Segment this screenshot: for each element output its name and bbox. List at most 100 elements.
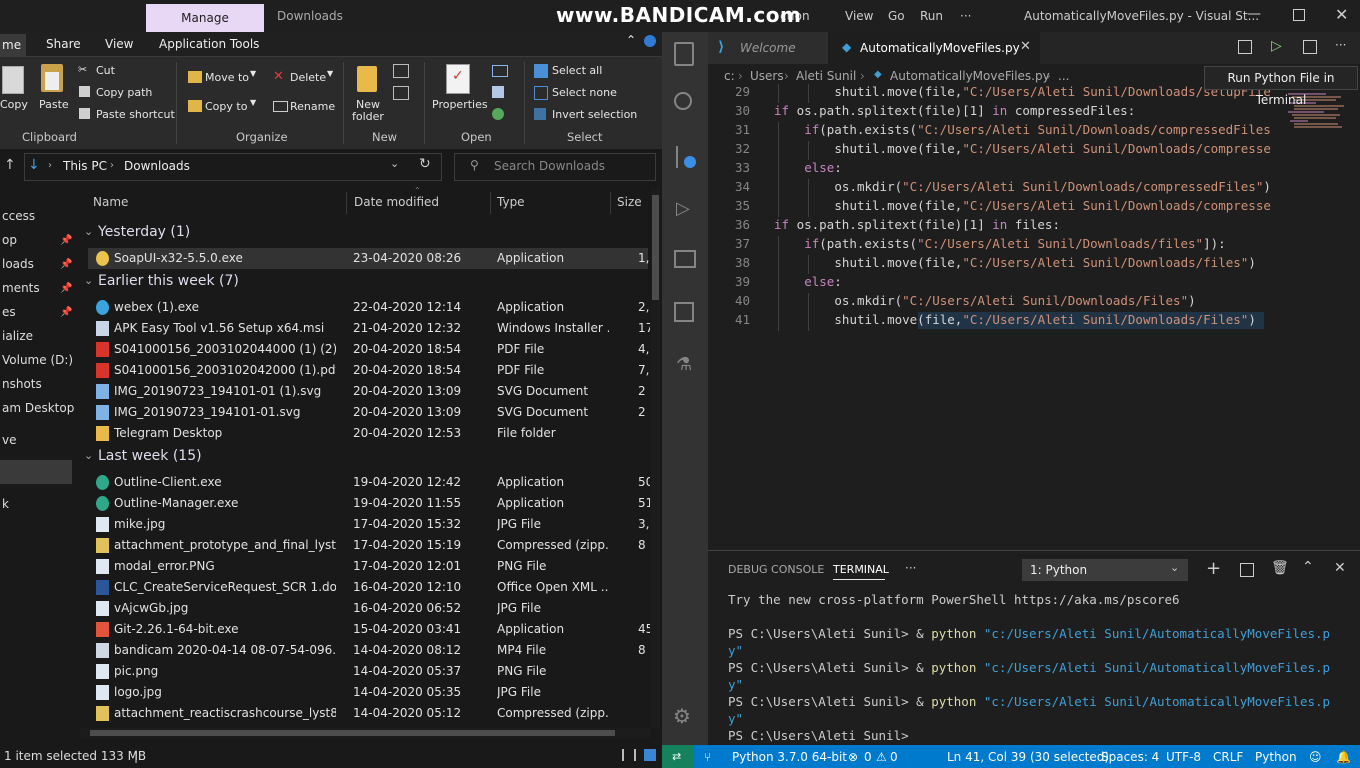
breadcrumb-this-pc[interactable]: This PC — [63, 159, 107, 173]
breadcrumb-aleti-sunil[interactable]: Aleti Sunil — [796, 69, 856, 83]
python-interpreter[interactable]: Python 3.7.0 64-bit — [732, 750, 847, 764]
details-view-icon[interactable] — [622, 749, 636, 761]
group-collapse-chevron-icon[interactable]: ⌄ — [84, 274, 93, 287]
group-collapse-chevron-icon[interactable]: ⌄ — [84, 449, 93, 462]
file-row[interactable]: IMG_20190723_194101-01 (1).svg 20-04-2020… — [88, 381, 648, 402]
file-row[interactable]: attachment_reactiscrashcourse_lyst8065 .… — [88, 703, 648, 724]
menu-go[interactable]: Go — [888, 9, 905, 23]
nav-item-quick-access[interactable]: ccess — [2, 209, 35, 223]
menu-view[interactable]: View — [845, 9, 873, 23]
code-line[interactable]: if(path.exists("C:/Users/Aleti Sunil/Dow… — [804, 236, 1225, 251]
paste-shortcut-button[interactable]: Paste shortcut — [96, 108, 175, 121]
error-count[interactable]: 0 — [864, 750, 872, 764]
tab-view[interactable]: View — [105, 37, 133, 51]
test-flask-icon[interactable]: ⚗ — [676, 354, 692, 375]
code-line[interactable]: os.mkdir("C:/Users/Aleti Sunil/Downloads… — [834, 179, 1271, 194]
error-icon[interactable]: ⊗ — [848, 750, 858, 764]
menu-more[interactable]: ··· — [960, 9, 971, 23]
copy-to-dropdown-icon[interactable]: ▼ — [250, 98, 256, 107]
new-terminal-icon[interactable]: + — [1206, 558, 1221, 579]
nav-item-documents[interactable]: ments — [2, 281, 40, 295]
file-row[interactable]: mike.jpg 17-04-2020 15:32 JPG File 3,6 — [88, 514, 650, 535]
kill-terminal-icon[interactable]: 🗑 — [1271, 560, 1289, 576]
select-none-button[interactable]: Select none — [552, 86, 617, 99]
feedback-icon[interactable]: ☺ — [1309, 750, 1322, 764]
column-divider[interactable] — [610, 192, 611, 214]
source-control-icon[interactable] — [676, 146, 696, 168]
notifications-bell-icon[interactable]: 🔔 — [1336, 750, 1351, 764]
nav-item-selected[interactable] — [0, 460, 72, 484]
tab-share[interactable]: Share — [46, 37, 81, 51]
edit-icon[interactable] — [492, 86, 504, 98]
tab-welcome-label[interactable]: Welcome — [740, 41, 796, 55]
breadcrumb-symbol[interactable]: ... — [1058, 69, 1069, 83]
properties-icon[interactable]: ✓ — [446, 64, 470, 94]
file-row[interactable]: S041000156_2003102042000 (1).pdf 20-04-20… — [88, 360, 650, 381]
up-arrow-icon[interactable]: ↑ — [4, 157, 16, 173]
search-icon[interactable] — [674, 92, 692, 110]
code-line[interactable]: os.mkdir("C:/Users/Aleti Sunil/Downloads… — [834, 293, 1195, 308]
new-folder-label-2[interactable]: folder — [352, 110, 384, 123]
settings-gear-icon[interactable]: ⚙ — [673, 704, 691, 728]
line-endings[interactable]: CRLF — [1213, 750, 1243, 764]
column-divider[interactable] — [346, 192, 347, 214]
chevron-down-icon[interactable]: ⌄ — [1170, 561, 1179, 574]
copy-path-button[interactable]: Copy path — [96, 86, 152, 99]
remote-icon[interactable]: ⇄ — [672, 750, 681, 763]
tab-home[interactable]: me — [0, 34, 26, 56]
code-line[interactable]: if(path.exists("C:/Users/Aleti Sunil/Dow… — [804, 122, 1271, 137]
invert-selection-button[interactable]: Invert selection — [552, 108, 637, 121]
language-mode[interactable]: Python — [1255, 750, 1297, 764]
file-row[interactable]: attachment_prototype_and_final_lyst890..… — [88, 535, 648, 556]
cursor-position[interactable]: Ln 41, Col 39 (30 selected) — [947, 750, 1109, 764]
code-line[interactable]: if os.path.splitext(file)[1] in compress… — [774, 103, 1135, 118]
nav-item-pictures[interactable]: es — [2, 305, 16, 319]
warning-count[interactable]: 0 — [890, 750, 898, 764]
run-python-icon[interactable]: ▷ — [1271, 38, 1282, 54]
column-header-name[interactable]: Name — [93, 195, 128, 209]
code-line[interactable]: shutil.move(file,"C:/Users/Aleti Sunil/D… — [834, 198, 1271, 213]
file-row[interactable]: pic.png 14-04-2020 05:37 PNG File — [88, 661, 648, 682]
code-line[interactable]: shutil.move(file,"C:/Users/Aleti Sunil/D… — [834, 255, 1255, 270]
easy-access-icon[interactable] — [393, 86, 409, 100]
copy-icon[interactable] — [2, 66, 24, 94]
group-header[interactable]: Earlier this week (7) — [98, 273, 239, 289]
file-row[interactable]: Telegram Desktop 20-04-2020 12:53 File fol… — [88, 423, 648, 444]
delete-button[interactable]: Delete — [290, 71, 326, 84]
tab-application-tools[interactable]: Application Tools — [159, 37, 259, 51]
close-icon[interactable]: ✕ — [1335, 5, 1348, 24]
file-row[interactable]: bandicam 2020-04-14 08-07-54-096.mp4 14-0… — [88, 640, 648, 661]
column-header-date-modified[interactable]: Date modified — [354, 195, 439, 209]
rename-button[interactable]: Rename — [290, 100, 335, 113]
code-line[interactable]: else: — [804, 160, 842, 175]
column-divider[interactable] — [490, 192, 491, 214]
nav-item-onedrive[interactable]: ve — [2, 433, 16, 447]
file-row[interactable]: APK Easy Tool v1.56 Setup x64.msi 21-04-2… — [88, 318, 650, 339]
column-header-size[interactable]: Size — [617, 195, 642, 209]
large-icons-view-icon[interactable] — [644, 749, 656, 761]
paste-button[interactable]: Paste — [39, 98, 69, 111]
nav-item-visualize[interactable]: ialize — [2, 329, 33, 343]
tab-close-icon[interactable]: ✕ — [1020, 39, 1031, 54]
nav-item-network[interactable]: k — [2, 497, 9, 511]
minimap[interactable] — [1286, 84, 1356, 550]
file-row[interactable]: webex (1).exe 22-04-2020 12:14 Application… — [88, 297, 650, 318]
breadcrumb-file[interactable]: AutomaticallyMoveFiles.py — [890, 69, 1050, 83]
nav-item-desktop[interactable]: op — [2, 233, 17, 247]
more-actions-icon[interactable]: ··· — [1335, 38, 1346, 52]
delete-dropdown-icon[interactable]: ▼ — [327, 69, 333, 78]
history-icon[interactable] — [492, 108, 504, 120]
move-to-dropdown-icon[interactable]: ▼ — [250, 69, 256, 78]
column-header-type[interactable]: Type — [497, 195, 525, 209]
breadcrumb-drive[interactable]: c: — [724, 69, 735, 83]
cut-button[interactable]: Cut — [96, 64, 115, 77]
file-row[interactable]: modal_error.PNG 17-04-2020 12:01 PNG File — [88, 556, 648, 577]
file-row[interactable]: SoapUI-x32-5.5.0.exe 23-04-2020 08:26 Appl… — [88, 248, 650, 269]
file-row[interactable]: Git-2.26.1-64-bit.exe 15-04-2020 03:41 App… — [88, 619, 650, 640]
search-placeholder[interactable]: Search Downloads — [494, 159, 605, 173]
group-header[interactable]: Last week (15) — [98, 448, 202, 464]
code-line[interactable]: shutil.move(file,"C:/Users/Aleti Sunil/D… — [834, 141, 1271, 156]
terminal-select-value[interactable]: 1: Python — [1030, 563, 1087, 577]
copy-button[interactable]: Copy — [0, 98, 28, 111]
file-row[interactable]: Outline-Manager.exe 19-04-2020 11:55 Appli… — [88, 493, 650, 514]
